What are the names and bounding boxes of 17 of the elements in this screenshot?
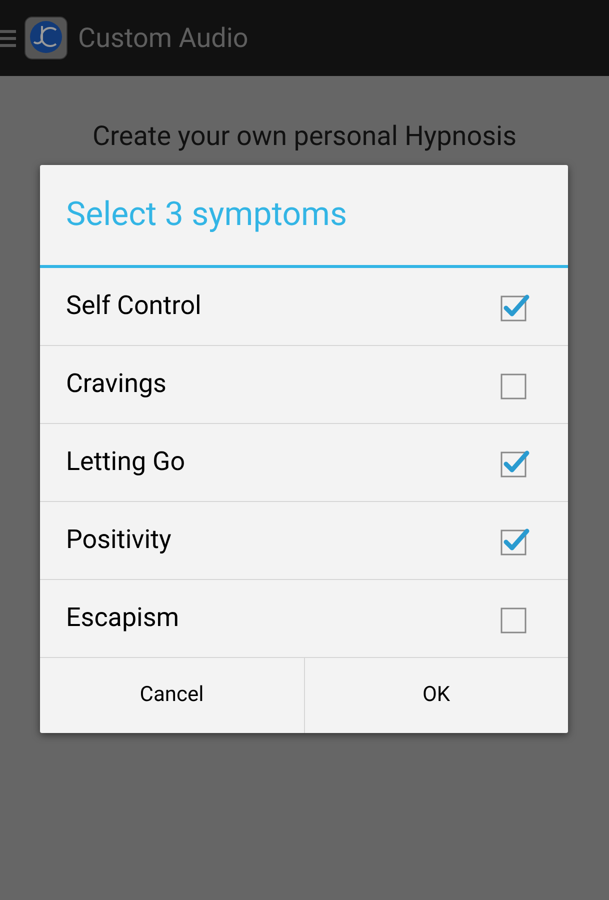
option-row[interactable]: Cravings xyxy=(40,346,568,424)
app-logo-icon[interactable] xyxy=(24,16,68,60)
option-label: Positivity xyxy=(66,524,172,557)
option-label: Escapism xyxy=(66,602,180,635)
dialog-button[interactable]: Cancel xyxy=(40,658,304,733)
app-title: Custom Audio xyxy=(78,20,248,56)
menu-icon[interactable] xyxy=(0,27,16,49)
dialog-button[interactable]: OK xyxy=(304,658,568,733)
option-label: Letting Go xyxy=(66,446,186,479)
option-row[interactable]: Positivity xyxy=(40,502,568,580)
dialog-title: Select 3 symptoms xyxy=(66,194,347,236)
option-label: Self Control xyxy=(66,290,202,323)
intro-text: Create your own personal Hypnosis xyxy=(91,120,518,152)
option-row[interactable]: Self Control xyxy=(40,268,568,346)
option-row[interactable]: Letting Go xyxy=(40,424,568,502)
option-label: Cravings xyxy=(66,368,166,401)
option-row[interactable]: Escapism xyxy=(40,580,568,658)
